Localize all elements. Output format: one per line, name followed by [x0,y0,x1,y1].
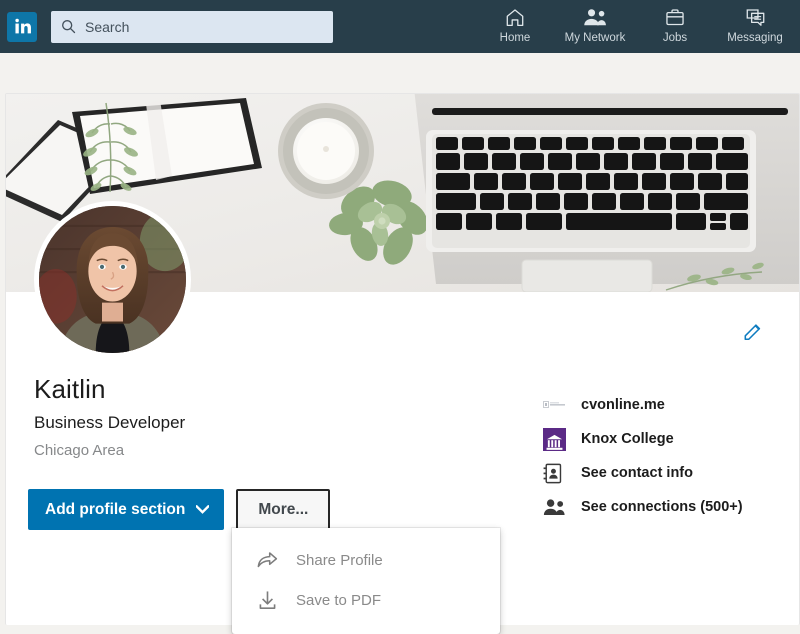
info-row-education[interactable]: Knox College [543,422,743,456]
more-button[interactable]: More... [236,489,331,530]
info-row-connections-label: See connections (500+) [581,499,743,515]
linkedin-logo-icon[interactable] [7,11,37,42]
avatar[interactable] [34,201,191,358]
identity-block: Kaitlin Business Developer Chicago Area [34,373,185,461]
home-icon [504,5,526,29]
dropdown-item-share-profile-label: Share Profile [296,551,383,569]
download-icon [254,590,280,610]
profile-actions: Add profile section More... [28,489,331,530]
info-row-website[interactable]: cvonline.me [543,388,743,422]
search-icon [62,20,76,34]
info-row-contact-info-label: See contact info [581,465,693,481]
profile-location: Chicago Area [34,442,125,459]
chevron-down-icon [196,505,210,514]
nav-item-my-network-label: My Network [564,32,626,44]
nav-item-jobs-label: Jobs [662,32,688,44]
connections-icon [543,495,569,519]
top-navigation-bar: Home My Network Jobs [0,0,800,53]
edit-profile-button[interactable] [737,315,769,347]
profile-photo [39,206,186,353]
contact-card-icon [543,461,569,485]
profile-name: Kaitlin [34,374,106,404]
dropdown-item-share-profile[interactable]: Share Profile [232,540,500,580]
more-dropdown-menu: Share Profile Save to PDF [232,528,500,634]
nav-item-messaging[interactable]: Messaging [715,5,795,53]
nav-item-my-network[interactable]: My Network [555,5,635,53]
profile-headline: Business Developer [34,413,186,432]
dropdown-item-save-to-pdf[interactable]: Save to PDF [232,580,500,620]
message-icon [744,5,767,29]
info-row-connections[interactable]: See connections (500+) [543,490,743,524]
website-favicon-icon [543,393,569,417]
pencil-edit-icon [744,324,761,341]
dropdown-item-save-to-pdf-label: Save to PDF [296,591,382,609]
linkedin-glyph-icon [14,18,31,34]
laptop [414,94,799,292]
search-box[interactable] [51,10,333,43]
candle [278,103,374,199]
avatar-image [39,206,186,353]
nav-item-jobs[interactable]: Jobs [635,5,715,53]
info-row-website-label: cvonline.me [581,397,665,413]
briefcase-icon [664,5,686,29]
search-input[interactable] [85,10,323,43]
nav-items: Home My Network Jobs Messaging [475,0,800,53]
nav-item-home[interactable]: Home [475,5,555,53]
info-row-contact-info[interactable]: See contact info [543,456,743,490]
profile-info-list: cvonline.me Knox College See contact inf… [543,388,743,524]
info-row-education-label: Knox College [581,431,674,447]
share-icon [254,551,280,569]
knox-college-logo-icon [543,427,569,451]
add-profile-section-label: Add profile section [45,500,186,518]
people-icon [582,5,608,29]
nav-item-notifications[interactable]: Ne [795,5,800,53]
nav-item-home-label: Home [499,32,531,44]
add-profile-section-button[interactable]: Add profile section [28,489,225,530]
nav-item-messaging-label: Messaging [727,32,783,44]
